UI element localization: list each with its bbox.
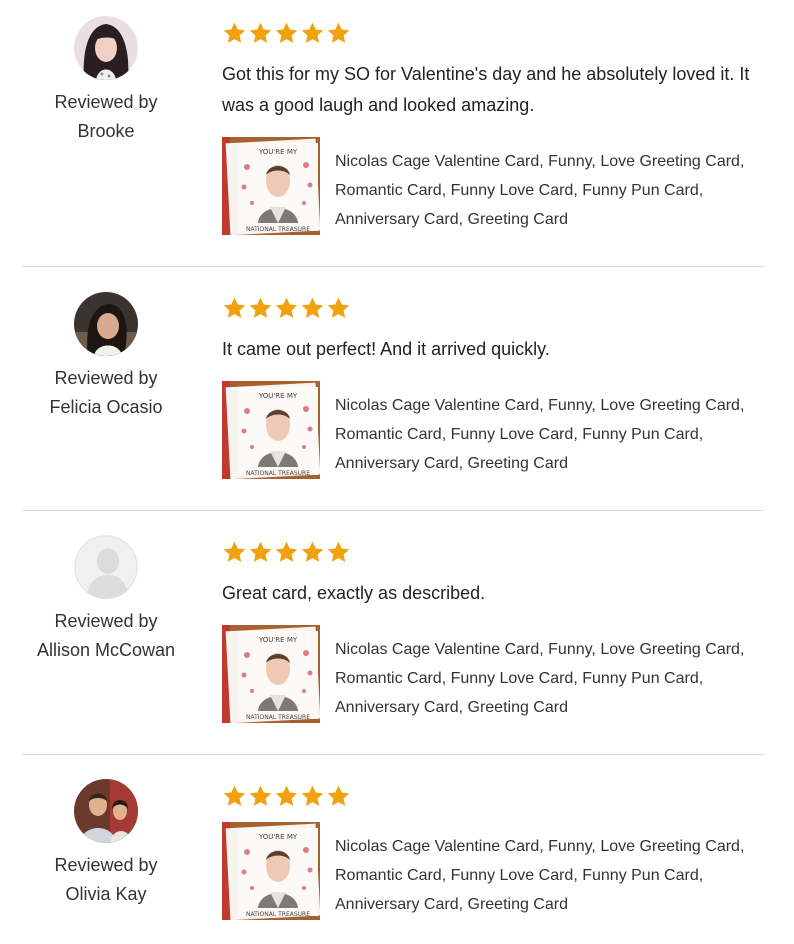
review-divider bbox=[22, 510, 764, 511]
star-rating bbox=[222, 540, 351, 566]
review-text: It came out perfect! And it arrived quic… bbox=[222, 339, 550, 359]
star-icon bbox=[275, 541, 298, 562]
reviewer-name[interactable]: Felicia Ocasio bbox=[20, 393, 192, 422]
reviewer-caption: Reviewed by Brooke bbox=[20, 88, 192, 146]
svg-text:YOU'RE MY: YOU'RE MY bbox=[258, 833, 298, 841]
reviewer-avatar[interactable] bbox=[74, 535, 138, 599]
star-icon bbox=[301, 297, 324, 318]
star-icon bbox=[327, 785, 350, 806]
product-thumbnail[interactable]: YOU'RE MY NATIONAL TREASURE bbox=[222, 822, 320, 920]
product-thumbnail[interactable]: YOU'RE MY NATIONAL TREASURE bbox=[222, 381, 320, 479]
reviewer-name[interactable]: Olivia Kay bbox=[20, 880, 192, 909]
star-rating bbox=[222, 296, 351, 322]
reviewed-by-label: Reviewed by bbox=[54, 611, 158, 631]
reviewer-avatar[interactable] bbox=[74, 779, 138, 843]
svg-text:NATIONAL TREASURE: NATIONAL TREASURE bbox=[246, 470, 310, 477]
review-text: Great card, exactly as described. bbox=[222, 583, 486, 603]
star-rating bbox=[222, 784, 351, 810]
svg-text:NATIONAL TREASURE: NATIONAL TREASURE bbox=[246, 226, 310, 233]
reviewer-avatar[interactable] bbox=[74, 16, 138, 80]
star-icon bbox=[301, 541, 324, 562]
default-avatar-icon bbox=[74, 535, 138, 599]
star-rating bbox=[222, 21, 351, 47]
product-thumbnail[interactable]: YOU'RE MY NATIONAL TREASURE bbox=[222, 625, 320, 723]
svg-text:YOU'RE MY: YOU'RE MY bbox=[258, 636, 298, 644]
star-icon bbox=[223, 22, 246, 43]
svg-text:YOU'RE MY: YOU'RE MY bbox=[258, 392, 298, 400]
star-icon bbox=[275, 785, 298, 806]
product-title-link[interactable]: Nicolas Cage Valentine Card, Funny, Love… bbox=[335, 832, 775, 919]
reviewer-caption: Reviewed by Felicia Ocasio bbox=[20, 364, 192, 422]
star-icon bbox=[327, 541, 350, 562]
reviewed-by-label: Reviewed by bbox=[54, 368, 158, 388]
star-icon bbox=[327, 22, 350, 43]
star-icon bbox=[275, 297, 298, 318]
product-title-link[interactable]: Nicolas Cage Valentine Card, Funny, Love… bbox=[335, 391, 775, 478]
star-icon bbox=[327, 297, 350, 318]
reviewed-by-label: Reviewed by bbox=[54, 92, 158, 112]
star-icon bbox=[249, 297, 272, 318]
review-divider bbox=[22, 266, 764, 267]
review-text: Got this for my SO for Valentine's day a… bbox=[222, 64, 750, 115]
product-title-link[interactable]: Nicolas Cage Valentine Card, Funny, Love… bbox=[335, 147, 775, 234]
star-icon bbox=[249, 785, 272, 806]
star-icon bbox=[249, 22, 272, 43]
reviewer-caption: Reviewed by Olivia Kay bbox=[20, 851, 192, 909]
svg-text:YOU'RE MY: YOU'RE MY bbox=[258, 148, 298, 156]
reviewed-by-label: Reviewed by bbox=[54, 855, 158, 875]
review-divider bbox=[22, 754, 764, 755]
star-icon bbox=[223, 541, 246, 562]
star-icon bbox=[301, 22, 324, 43]
product-title-link[interactable]: Nicolas Cage Valentine Card, Funny, Love… bbox=[335, 635, 775, 722]
svg-text:NATIONAL TREASURE: NATIONAL TREASURE bbox=[246, 714, 310, 721]
star-icon bbox=[249, 541, 272, 562]
reviewer-name[interactable]: Allison McCowan bbox=[20, 636, 192, 665]
reviewer-name[interactable]: Brooke bbox=[20, 117, 192, 146]
reviewer-caption: Reviewed by Allison McCowan bbox=[20, 607, 192, 665]
star-icon bbox=[223, 297, 246, 318]
product-thumbnail[interactable]: YOU'RE MY NATIONAL TREASURE bbox=[222, 137, 320, 235]
star-icon bbox=[275, 22, 298, 43]
star-icon bbox=[223, 785, 246, 806]
svg-text:NATIONAL TREASURE: NATIONAL TREASURE bbox=[246, 911, 310, 918]
star-icon bbox=[301, 785, 324, 806]
reviewer-avatar[interactable] bbox=[74, 292, 138, 356]
